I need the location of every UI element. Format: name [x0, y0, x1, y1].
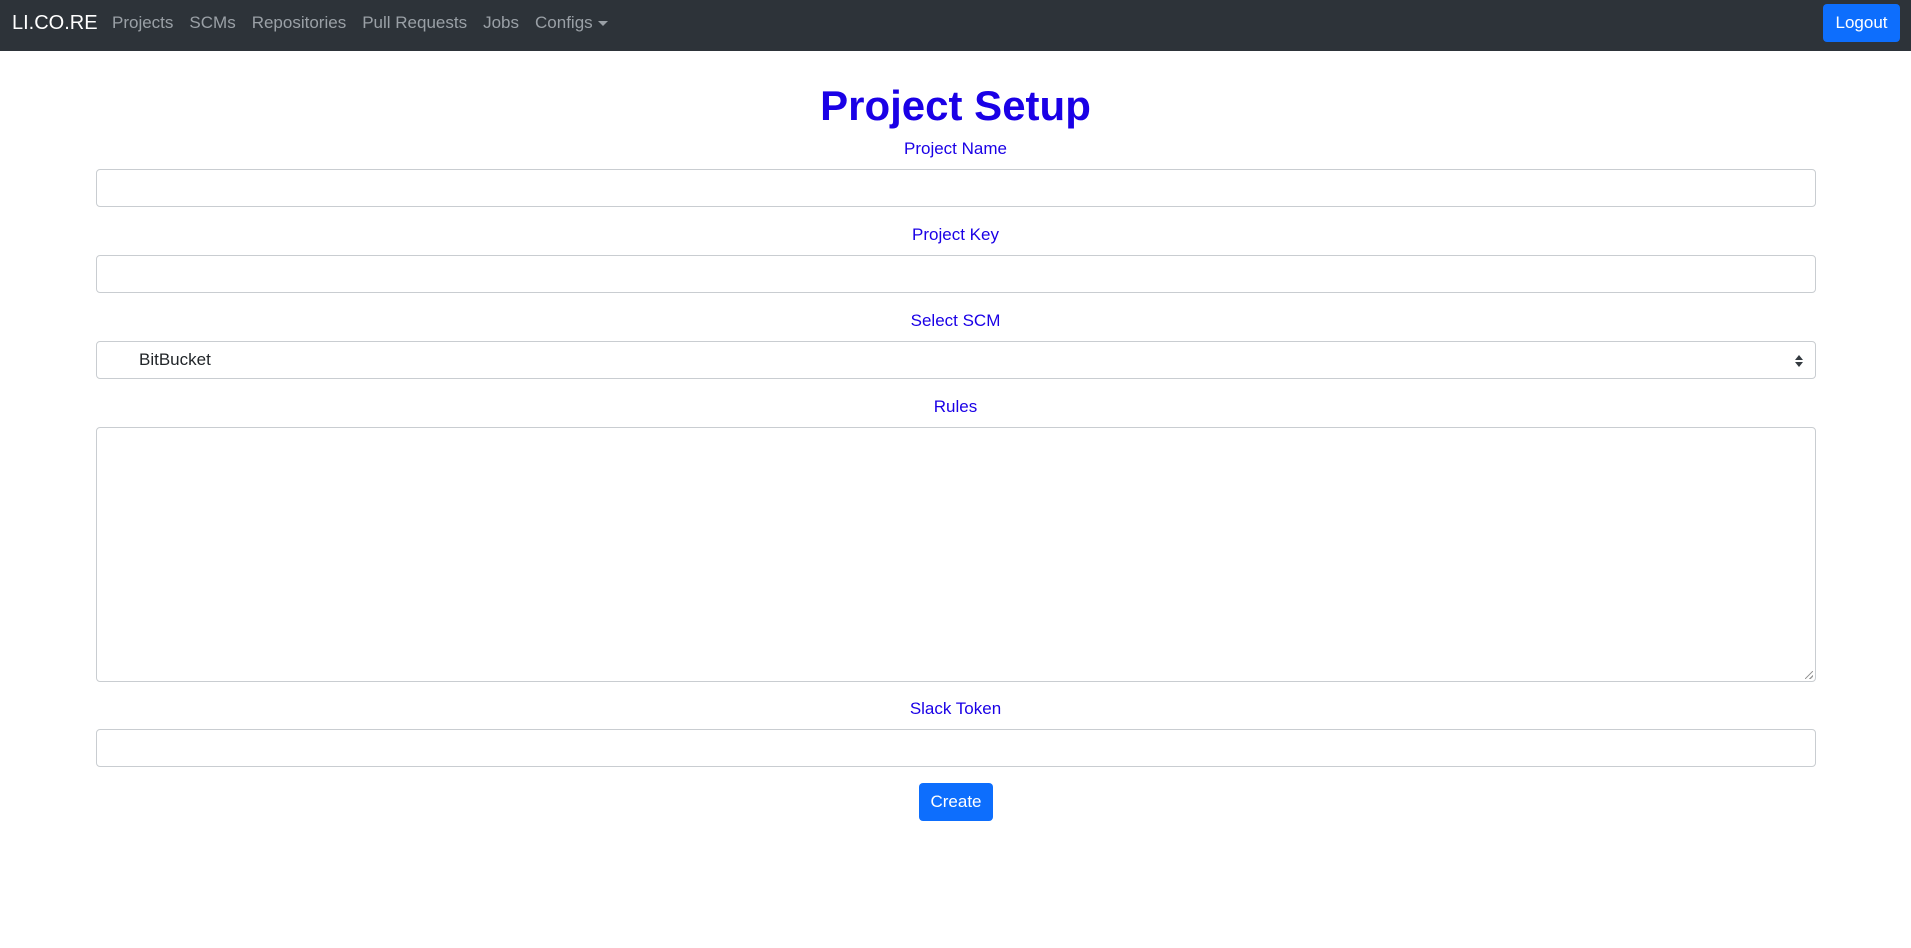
slack-token-input[interactable] — [96, 729, 1816, 767]
rules-textarea[interactable] — [96, 427, 1816, 682]
select-scm-label: Select SCM — [910, 311, 1001, 330]
rules-label: Rules — [933, 397, 978, 416]
create-button[interactable]: Create — [919, 783, 993, 821]
select-arrows-icon — [1795, 355, 1803, 367]
project-name-input[interactable] — [96, 169, 1816, 207]
project-key-label: Project Key — [912, 225, 999, 244]
nav-dropdown-configs[interactable]: Configs — [535, 13, 608, 33]
scm-select[interactable]: BitBucket — [96, 341, 1816, 379]
caret-down-icon — [597, 21, 608, 26]
page-title: Project Setup — [820, 82, 1091, 129]
slack-token-label: Slack Token — [909, 699, 1002, 718]
nav-link-jobs[interactable]: Jobs — [483, 13, 519, 33]
resize-grip-icon[interactable] — [1805, 671, 1813, 679]
top-navbar: LI.CO.RE Projects SCMs Repositories Pull… — [0, 0, 1911, 51]
nav-link-repositories[interactable]: Repositories — [252, 13, 347, 33]
brand-logo[interactable]: LI.CO.RE — [12, 11, 98, 35]
scm-select-value: BitBucket — [139, 350, 211, 369]
project-key-input[interactable] — [96, 255, 1816, 293]
nav-link-pull-requests[interactable]: Pull Requests — [362, 13, 467, 33]
project-name-label: Project Name — [904, 139, 1007, 158]
nav-link-scms[interactable]: SCMs — [189, 13, 235, 33]
nav-link-projects[interactable]: Projects — [112, 13, 173, 33]
logout-button[interactable]: Logout — [1823, 4, 1900, 42]
nav-links: Projects SCMs Repositories Pull Requests… — [112, 13, 624, 33]
nav-dropdown-configs-label: Configs — [535, 13, 593, 32]
